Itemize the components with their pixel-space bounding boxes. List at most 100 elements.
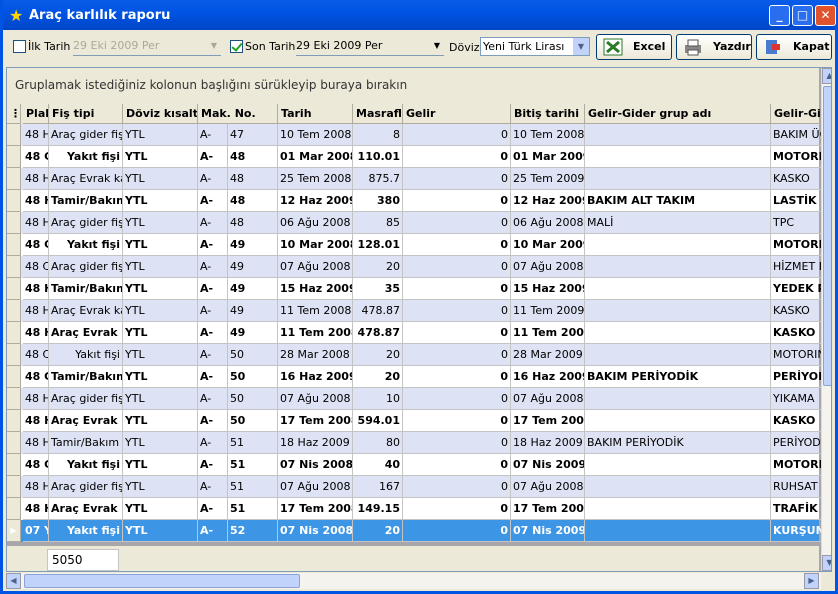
- cell-grup[interactable]: [585, 388, 771, 410]
- cell-doviz[interactable]: YTL: [123, 256, 198, 278]
- cell-masraf[interactable]: 85: [353, 212, 403, 234]
- cell-no[interactable]: 51: [228, 476, 278, 498]
- cell-tarih[interactable]: 12 Haz 2009: [278, 190, 353, 212]
- scroll-right-button[interactable]: ▶: [804, 573, 819, 589]
- row-selector[interactable]: [7, 124, 21, 146]
- doviz-select[interactable]: Yeni Türk Lirası ▼: [480, 37, 590, 56]
- row-selector[interactable]: [7, 476, 21, 498]
- cell-gg[interactable]: KASKO: [771, 300, 823, 322]
- cell-bitis[interactable]: 16 Haz 2009: [511, 366, 585, 388]
- row-selector[interactable]: [7, 278, 21, 300]
- column-header[interactable]: Plak: [23, 104, 49, 124]
- cell-fis[interactable]: Yakıt fişi: [49, 344, 123, 366]
- cell-tarih[interactable]: 07 Nis 2008: [278, 454, 353, 476]
- cell-fis[interactable]: Araç Evrak k: [49, 322, 123, 344]
- cell-plaka[interactable]: 48 H: [23, 322, 49, 344]
- cell-doviz[interactable]: YTL: [123, 432, 198, 454]
- cell-mak[interactable]: A-: [198, 410, 228, 432]
- cell-tarih[interactable]: 25 Tem 2008: [278, 168, 353, 190]
- cell-gelir[interactable]: 0: [403, 454, 511, 476]
- row-selector[interactable]: [7, 388, 21, 410]
- row-selector[interactable]: [7, 432, 21, 454]
- cell-no[interactable]: 52: [228, 520, 278, 542]
- cell-plaka[interactable]: 48 H: [23, 278, 49, 300]
- cell-doviz[interactable]: YTL: [123, 454, 198, 476]
- row-selector-header[interactable]: ⋮: [7, 104, 21, 124]
- cell-gelir[interactable]: 0: [403, 432, 511, 454]
- cell-fis[interactable]: Araç Evrak ka: [49, 168, 123, 190]
- minimize-button[interactable]: _: [769, 5, 790, 26]
- cell-gelir[interactable]: 0: [403, 476, 511, 498]
- cell-gg[interactable]: BAKIM ÜC: [771, 124, 823, 146]
- cell-no[interactable]: 51: [228, 454, 278, 476]
- cell-plaka[interactable]: 48 C: [23, 344, 49, 366]
- close-window-button[interactable]: ✕: [815, 5, 836, 26]
- cell-tarih[interactable]: 11 Tem 2008: [278, 300, 353, 322]
- cell-plaka[interactable]: 48 C: [23, 366, 49, 388]
- excel-button[interactable]: Excel: [596, 34, 672, 60]
- cell-masraf[interactable]: 380: [353, 190, 403, 212]
- table-row[interactable]: 48 H Tamir/Bakım YTL A- 51 18 Haz 2009 80 0 18 H…: [7, 432, 823, 454]
- cell-tarih[interactable]: 17 Tem 2008: [278, 498, 353, 520]
- cell-bitis[interactable]: 25 Tem 2009: [511, 168, 585, 190]
- cell-gelir[interactable]: 0: [403, 366, 511, 388]
- scroll-down-button[interactable]: ▼: [822, 555, 831, 571]
- column-header[interactable]: Gelir: [403, 104, 511, 124]
- table-row[interactable]: 48 HAraç Evrak kYTLA-4911 Tem 2008478.87…: [7, 322, 823, 344]
- cell-tarih[interactable]: 18 Haz 2009: [278, 432, 353, 454]
- cell-gelir[interactable]: 0: [403, 322, 511, 344]
- horizontal-scrollbar[interactable]: ◀ ▶: [6, 573, 821, 589]
- cell-tarih[interactable]: 11 Tem 2008: [278, 322, 353, 344]
- table-row[interactable]: 48 H Araç Evrak ka YTL A- 49 11 Tem 2008 478.8…: [7, 300, 823, 322]
- cell-plaka[interactable]: 48 C: [23, 146, 49, 168]
- cell-masraf[interactable]: 80: [353, 432, 403, 454]
- cell-gelir[interactable]: 0: [403, 410, 511, 432]
- son-tarih-picker[interactable]: 29 Eki 2009 Per ▼: [296, 37, 444, 56]
- cell-grup[interactable]: [585, 146, 771, 168]
- cell-gelir[interactable]: 0: [403, 520, 511, 542]
- cell-grup[interactable]: [585, 234, 771, 256]
- cell-doviz[interactable]: YTL: [123, 388, 198, 410]
- cell-gelir[interactable]: 0: [403, 234, 511, 256]
- cell-bitis[interactable]: 17 Tem 2009: [511, 498, 585, 520]
- cell-gg[interactable]: KASKO: [771, 322, 823, 344]
- cell-grup[interactable]: [585, 124, 771, 146]
- scroll-left-button[interactable]: ◀: [6, 573, 21, 589]
- cell-grup[interactable]: [585, 344, 771, 366]
- cell-gg[interactable]: YEDEK PA: [771, 278, 823, 300]
- cell-fis[interactable]: Tamir/Bakım: [49, 366, 123, 388]
- cell-no[interactable]: 51: [228, 498, 278, 520]
- table-row[interactable]: 48 H Araç Evrak ka YTL A- 48 25 Tem 2008 875.7…: [7, 168, 823, 190]
- row-selector[interactable]: [7, 322, 21, 344]
- cell-fis[interactable]: Araç gider fişi: [49, 124, 123, 146]
- cell-grup[interactable]: BAKIM PERİYODİK: [585, 432, 771, 454]
- cell-plaka[interactable]: 48 H: [23, 410, 49, 432]
- cell-tarih[interactable]: 07 Ağu 2008: [278, 256, 353, 278]
- cell-tarih[interactable]: 15 Haz 2009: [278, 278, 353, 300]
- table-row[interactable]: ▶07 YYakıt fişiYTLA-5207 Nis 200820007 N…: [7, 520, 823, 542]
- cell-doviz[interactable]: YTL: [123, 366, 198, 388]
- cell-doviz[interactable]: YTL: [123, 124, 198, 146]
- cell-plaka[interactable]: 48 H: [23, 388, 49, 410]
- cell-masraf[interactable]: 875.7: [353, 168, 403, 190]
- cell-grup[interactable]: [585, 278, 771, 300]
- cell-fis[interactable]: Tamir/Bakım: [49, 190, 123, 212]
- cell-mak[interactable]: A-: [198, 190, 228, 212]
- cell-fis[interactable]: Araç gider fiş: [49, 212, 123, 234]
- cell-gg[interactable]: KURŞUNS: [771, 520, 823, 542]
- cell-fis[interactable]: Tamir/Bakım: [49, 432, 123, 454]
- cell-no[interactable]: 50: [228, 366, 278, 388]
- cell-doviz[interactable]: YTL: [123, 234, 198, 256]
- cell-fis[interactable]: Yakıt fişi: [49, 454, 123, 476]
- cell-gelir[interactable]: 0: [403, 212, 511, 234]
- cell-fis[interactable]: Yakıt fişi: [49, 520, 123, 542]
- cell-fis[interactable]: Araç Evrak k: [49, 410, 123, 432]
- cell-bitis[interactable]: 07 Nis 2009: [511, 520, 585, 542]
- cell-bitis[interactable]: 10 Tem 2008: [511, 124, 585, 146]
- scroll-up-button[interactable]: ▲: [822, 68, 831, 84]
- cell-bitis[interactable]: 07 Ağu 2008: [511, 476, 585, 498]
- cell-doviz[interactable]: YTL: [123, 146, 198, 168]
- cell-masraf[interactable]: 20: [353, 366, 403, 388]
- table-row[interactable]: 48 C Araç gider fiş YTL A- 49 07 Ağu 2008 20 0 0…: [7, 256, 823, 278]
- table-row[interactable]: 48 H Araç gider fişi YTL A- 47 10 Tem 2008 8 0 1…: [7, 124, 823, 146]
